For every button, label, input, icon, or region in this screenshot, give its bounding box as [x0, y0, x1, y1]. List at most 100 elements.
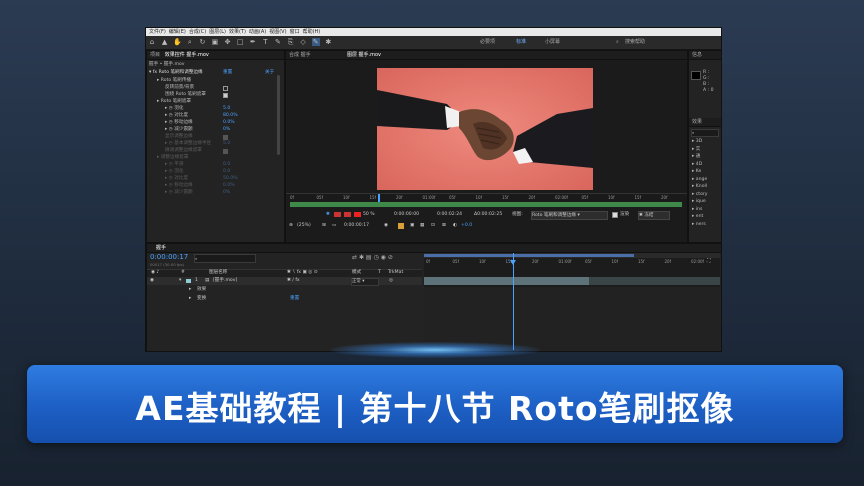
- effect-property-row[interactable]: ▸ ◷ 移动边缘: [165, 119, 193, 126]
- rotate-tool-icon[interactable]: ↻: [198, 38, 206, 46]
- mask-path-icon[interactable]: ⊡: [431, 221, 435, 231]
- menu-item-3[interactable]: 图层(L): [209, 29, 226, 35]
- render-checkbox[interactable]: [612, 212, 618, 218]
- effects-category-item[interactable]: ▸ 4D: [692, 161, 702, 168]
- eraser-tool-icon[interactable]: ◇: [299, 38, 307, 46]
- hand-tool-icon[interactable]: ✋: [173, 38, 182, 46]
- effects-category-item[interactable]: ▸ ners: [692, 221, 706, 228]
- layer-row[interactable]: ◉ ▾ 1 ▤ [握手.mov] ✱ ∕ fx 正常 ▾ ◎: [147, 277, 422, 286]
- menu-item-2[interactable]: 合成(C): [189, 29, 206, 35]
- expand-effects-icon[interactable]: ▸: [189, 286, 191, 294]
- draft-3d-icon[interactable]: ✱: [359, 254, 364, 261]
- overlay-color-swatch[interactable]: [354, 212, 361, 217]
- 3d-view-icon[interactable]: ⊠: [442, 221, 446, 231]
- pen-tool-icon[interactable]: ✒: [249, 38, 257, 46]
- menu-item-5[interactable]: 动画(A): [249, 29, 266, 35]
- effect-property-value[interactable]: 5.0: [223, 140, 230, 147]
- effects-category-item[interactable]: ▸ 3D: [692, 138, 702, 145]
- effect-property-row[interactable]: ▸ ◷ 平滑: [165, 161, 183, 168]
- selection-tool-icon[interactable]: ▲: [161, 38, 169, 46]
- parent-pickwhip-icon[interactable]: ◎: [389, 277, 393, 285]
- show-channel-icon[interactable]: [398, 223, 404, 229]
- layer-name[interactable]: [握手.mov]: [213, 277, 237, 285]
- transform-row[interactable]: ▸ 变换 重置: [147, 295, 422, 303]
- search-icon[interactable]: ⌕: [616, 36, 619, 49]
- stopwatch-icon[interactable]: ▸ ◷: [165, 113, 174, 118]
- effects-category-item[interactable]: ▸ Ke: [692, 168, 701, 175]
- current-time-display[interactable]: 0:00:00:17: [344, 221, 369, 231]
- effects-category-item[interactable]: ▸ 通: [692, 153, 700, 160]
- effect-checkbox[interactable]: [223, 92, 228, 98]
- stopwatch-icon[interactable]: ▸ ◷: [165, 169, 174, 174]
- effect-property-row[interactable]: ▸ Roto 笔刷遮罩: [157, 98, 191, 105]
- effect-property-value[interactable]: 0%: [223, 189, 230, 196]
- layer-mode-dropdown[interactable]: 正常 ▾: [351, 278, 379, 286]
- effect-property-row[interactable]: ▸ ◷ 羽化: [165, 105, 183, 112]
- effect-property-row[interactable]: 反转前景/背景: [165, 84, 194, 91]
- magnify-icon[interactable]: ⊕: [289, 221, 293, 231]
- visibility-eye-icon[interactable]: ◉: [150, 277, 154, 285]
- transform-reset-link[interactable]: 重置: [290, 295, 299, 303]
- layer-duration-bar[interactable]: [424, 277, 589, 285]
- effect-header[interactable]: ▾ fx Roto 笔刷和调整边缘: [149, 69, 203, 75]
- tab-composition[interactable]: 合成 握手: [289, 52, 311, 58]
- transparency-grid-icon[interactable]: ▦: [420, 221, 424, 231]
- grid-icon[interactable]: ⊞: [322, 221, 326, 231]
- roto-brush-tool-icon[interactable]: ✎: [311, 38, 320, 46]
- effect-property-row[interactable]: ▸ ◷ 基本调整边缘半径: [165, 140, 211, 147]
- effects-search-input[interactable]: ⌕: [691, 129, 719, 137]
- motion-blur-icon[interactable]: ◉: [381, 254, 386, 261]
- effect-property-row[interactable]: ▸ ◷ 羽化: [165, 168, 183, 175]
- effects-category-item[interactable]: ▸ ique: [692, 198, 706, 205]
- layer-switches[interactable]: ✱ ∕ fx: [287, 277, 300, 285]
- effect-property-row[interactable]: ▸ ◷ 对比度: [165, 175, 188, 182]
- tab-effects-presets[interactable]: 效果: [689, 118, 721, 127]
- tab-timeline-comp[interactable]: 握手: [156, 245, 166, 251]
- effect-property-value[interactable]: 0.0: [223, 168, 230, 175]
- work-area-range[interactable]: [424, 254, 634, 257]
- work-area-bar[interactable]: [424, 253, 720, 258]
- effect-property-row[interactable]: ▸ ◷ 减少震颤: [165, 189, 193, 196]
- workspace-small-screen[interactable]: 小屏幕: [545, 36, 560, 49]
- effect-reset-link[interactable]: 重置: [223, 69, 232, 75]
- clone-tool-icon[interactable]: ⎘: [287, 38, 295, 46]
- effects-category-item[interactable]: ▸ ctory: [692, 191, 708, 198]
- menu-item-8[interactable]: 帮助(H): [303, 29, 321, 35]
- timeline-ruler[interactable]: 0f 05f 10f 15f 20f 01:00f 05f 10f 15f 20f 02:00f: [424, 259, 720, 267]
- text-tool-icon[interactable]: T: [261, 38, 269, 46]
- effects-category-item[interactable]: ▸ Knoll: [692, 183, 707, 190]
- stopwatch-icon[interactable]: ▸ ◷: [165, 162, 174, 167]
- effect-property-row[interactable]: ▸ 调整边缘遮罩: [157, 154, 188, 161]
- playhead-handle-icon[interactable]: [510, 260, 516, 265]
- frame-blending-icon[interactable]: ◷: [374, 254, 379, 261]
- stopwatch-icon[interactable]: ▸ ◷: [165, 190, 174, 195]
- effect-checkbox[interactable]: [223, 85, 228, 91]
- red-channel-swatch[interactable]: [334, 212, 341, 217]
- menu-item-7[interactable]: 窗口: [290, 29, 300, 35]
- menu-item-6[interactable]: 视图(V): [269, 29, 286, 35]
- workspace-standard[interactable]: 标准: [516, 36, 526, 49]
- tab-project[interactable]: 项目: [150, 52, 160, 58]
- view-dropdown[interactable]: Roto 笔刷和调整边缘 ▾: [531, 211, 608, 220]
- effect-property-row[interactable]: ▸ ◷ 减少震颤: [165, 126, 193, 133]
- effect-property-value[interactable]: 50.0%: [223, 175, 238, 182]
- stopwatch-icon[interactable]: ▸ ◷: [165, 127, 174, 132]
- stopwatch-icon[interactable]: ▸ ◷: [165, 141, 174, 146]
- tab-layer[interactable]: 图层 握手.mov: [347, 52, 381, 58]
- snapshot-icon[interactable]: ◉: [384, 221, 388, 231]
- timeline-graph-area[interactable]: 0f 05f 10f 15f 20f 01:00f 05f 10f 15f 20f 02:00f: [424, 253, 720, 350]
- pan-behind-tool-icon[interactable]: ✥: [224, 38, 232, 46]
- search-help-input[interactable]: 搜索帮助: [625, 36, 645, 49]
- stopwatch-icon[interactable]: ▸ ◷: [165, 106, 174, 111]
- tab-effect-controls[interactable]: 效果控件 握手.mov: [165, 52, 209, 58]
- effects-category-item[interactable]: ▸ ange: [692, 176, 707, 183]
- tab-info[interactable]: 信息: [689, 51, 721, 60]
- stopwatch-icon[interactable]: ▸ ◷: [165, 183, 174, 188]
- expand-layer-icon[interactable]: ▾: [179, 277, 181, 285]
- timeline-current-time[interactable]: 0:00:00:17: [150, 253, 188, 261]
- effect-property-value[interactable]: 80.0%: [223, 112, 238, 119]
- effect-property-row[interactable]: 围绕 Roto 笔刷遮罩: [165, 91, 206, 98]
- region-icon[interactable]: ▣: [410, 221, 414, 231]
- effects-row[interactable]: ▸ 效果: [147, 286, 422, 294]
- camera-tool-icon[interactable]: ▣: [211, 38, 219, 46]
